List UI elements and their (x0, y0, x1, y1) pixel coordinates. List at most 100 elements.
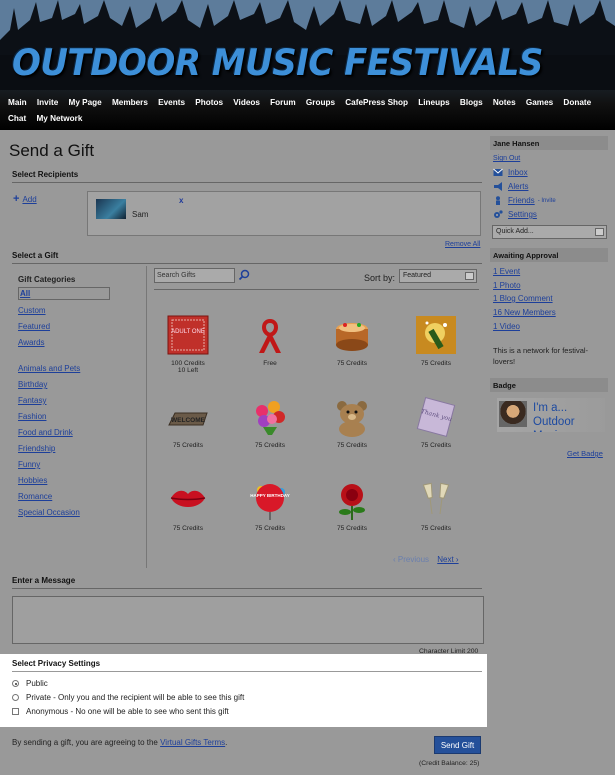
plus-icon: + (13, 193, 20, 205)
gift-item[interactable]: 75 Credits (322, 315, 382, 367)
adult-one-sign-icon: ADULT ONE (167, 315, 209, 355)
invite-link[interactable]: - Invite (538, 198, 556, 204)
remove-all-link[interactable]: Remove All (445, 241, 480, 248)
gift-price: 75 Credits (420, 525, 452, 532)
nav-item-blogs[interactable]: Blogs (460, 98, 483, 107)
quick-add-select[interactable]: Quick Add... (492, 225, 607, 239)
gift-item[interactable]: ADULT ONE 100 Credits 10 Left (158, 315, 218, 374)
previous-page-link[interactable]: ‹ Previous (393, 555, 429, 564)
category-hobbies[interactable]: Hobbies (18, 476, 113, 485)
category-funny[interactable]: Funny (18, 460, 113, 469)
gift-item[interactable]: HAPPY BIRTHDAY 75 Credits (240, 480, 300, 532)
gift-item[interactable]: WELCOME 75 Credits (158, 397, 218, 449)
nav-item-notes[interactable]: Notes (493, 98, 516, 107)
gift-item[interactable]: 75 Credits (158, 480, 218, 532)
site-title-logo[interactable]: OUTDOOR MUSIC FESTIVALS (12, 41, 543, 84)
category-awards[interactable]: Awards (18, 338, 113, 347)
gift-item[interactable]: 75 Credits (240, 397, 300, 449)
search-icon[interactable] (238, 269, 250, 281)
page-content: Send a Gift Select Recipients + Add Sam … (0, 130, 615, 775)
nav-item-cafepress-shop[interactable]: CafePress Shop (345, 98, 408, 107)
nav-item-main[interactable]: Main (8, 98, 27, 107)
nav-item-invite[interactable]: Invite (37, 98, 58, 107)
nav-item-members[interactable]: Members (112, 98, 148, 107)
nav-item-my-page[interactable]: My Page (69, 98, 102, 107)
category-friendship[interactable]: Friendship (18, 444, 113, 453)
credit-balance: (Credit Balance: 25) (419, 760, 480, 767)
gift-stock: 10 Left (177, 367, 199, 374)
nav-item-donate[interactable]: Donate (563, 98, 591, 107)
category-fashion[interactable]: Fashion (18, 412, 113, 421)
nav-item-videos[interactable]: Videos (233, 98, 260, 107)
sidebar-item-inbox[interactable]: Inbox (493, 168, 528, 177)
anonymous-checkbox[interactable] (12, 708, 19, 715)
add-recipient-label: Add (22, 194, 37, 204)
message-textarea[interactable] (12, 596, 484, 644)
nav-item-photos[interactable]: Photos (195, 98, 223, 107)
next-page-link[interactable]: Next › (437, 555, 458, 564)
person-icon (496, 196, 500, 205)
friends-label: Friends (508, 196, 535, 205)
category-fantasy[interactable]: Fantasy (18, 396, 113, 405)
privacy-option-private[interactable]: Private - Only you and the recipient wil… (12, 693, 244, 702)
nav-item-my-network[interactable]: My Network (36, 114, 82, 123)
chevron-down-icon (595, 228, 604, 236)
category-animals-and-pets[interactable]: Animals and Pets (18, 364, 113, 373)
main-column: Send a Gift Select Recipients + Add Sam … (0, 130, 487, 775)
add-recipient-link[interactable]: + Add (13, 193, 37, 205)
awaiting-video-link[interactable]: 1 Video (493, 322, 520, 331)
category-featured[interactable]: Featured (18, 322, 113, 331)
sidebar-item-settings[interactable]: Settings (493, 210, 537, 219)
champagne-glasses-icon (422, 482, 450, 515)
category-special-occasion[interactable]: Special Occasion (18, 508, 113, 517)
gift-price: 75 Credits (254, 442, 286, 449)
nav-item-groups[interactable]: Groups (306, 98, 335, 107)
gift-item[interactable]: Free (240, 315, 300, 367)
sort-by-select[interactable]: Featured (399, 269, 477, 283)
gift-item[interactable]: Thank you 75 Credits (406, 397, 466, 449)
category-birthday[interactable]: Birthday (18, 380, 113, 389)
nav-item-chat[interactable]: Chat (8, 114, 26, 123)
gift-item[interactable]: 75 Credits (406, 315, 466, 367)
sidebar-item-alerts[interactable]: Alerts (493, 182, 528, 191)
alerts-label: Alerts (508, 182, 529, 191)
get-badge-link[interactable]: Get Badge (567, 449, 603, 458)
recipients-section-title: Select Recipients (12, 170, 482, 183)
gift-item[interactable]: 75 Credits (322, 397, 382, 449)
nav-item-events[interactable]: Events (158, 98, 185, 107)
message-section-title: Enter a Message (12, 576, 482, 589)
recipient-name: Sam (132, 210, 149, 219)
awaiting-new-members-link[interactable]: 16 New Members (493, 308, 556, 317)
network-badge[interactable]: I'm a... Outdoor Music... (497, 398, 605, 432)
gift-item[interactable]: 75 Credits (406, 480, 466, 532)
remove-recipient-icon[interactable]: x (179, 196, 183, 205)
category-food-and-drink[interactable]: Food and Drink (18, 428, 113, 437)
sidebar-user-name[interactable]: Jane Hansen (490, 136, 608, 150)
search-gifts-input[interactable]: Search Gifts (154, 268, 235, 283)
send-gift-button[interactable]: Send Gift (434, 736, 481, 754)
virtual-gifts-terms-link[interactable]: Virtual Gifts Terms (160, 738, 225, 747)
nav-item-games[interactable]: Games (526, 98, 553, 107)
sign-out-link[interactable]: Sign Out (493, 155, 520, 162)
category-custom[interactable]: Custom (18, 306, 113, 315)
page-title: Send a Gift (9, 141, 95, 160)
category-romance[interactable]: Romance (18, 492, 113, 501)
privacy-option-public[interactable]: Public (12, 679, 48, 688)
teddy-bear-icon (337, 401, 367, 437)
sort-by-value: Featured (403, 272, 432, 279)
category-all[interactable]: All (18, 287, 110, 300)
nav-item-forum[interactable]: Forum (270, 98, 295, 107)
anonymous-label: Anonymous - No one will be able to see w… (26, 707, 229, 716)
awaiting-photo-link[interactable]: 1 Photo (493, 281, 521, 290)
privacy-option-anonymous[interactable]: Anonymous - No one will be able to see w… (12, 707, 229, 716)
nav-item-lineups[interactable]: Lineups (418, 98, 449, 107)
welcome-mat-icon: WELCOME (168, 412, 208, 426)
awaiting-event-link[interactable]: 1 Event (493, 267, 520, 276)
public-radio[interactable] (12, 680, 19, 687)
gift-price: 75 Credits (172, 525, 204, 532)
sidebar-item-friends[interactable]: Friends - Invite (493, 196, 556, 205)
gift-item[interactable]: 75 Credits (322, 480, 382, 532)
main-nav: Main Invite My Page Members Events Photo… (0, 96, 615, 130)
awaiting-blog-comment-link[interactable]: 1 Blog Comment (493, 294, 553, 303)
private-radio[interactable] (12, 694, 19, 701)
